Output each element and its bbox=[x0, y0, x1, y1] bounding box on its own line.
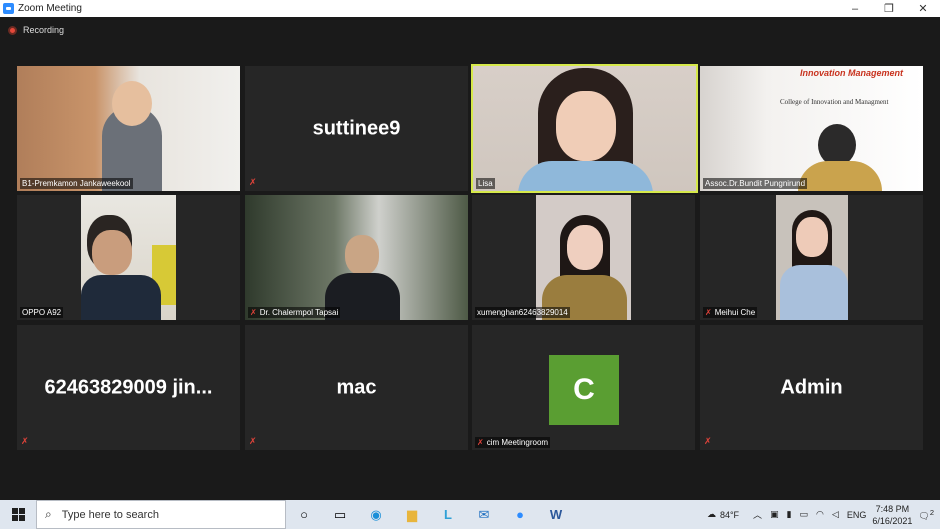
participant-display-name: mac bbox=[336, 376, 377, 398]
zoom-taskbar-icon[interactable]: ● bbox=[502, 500, 538, 529]
participant-name: ✗ Meihui Che bbox=[703, 307, 758, 318]
active-speaker-tile[interactable]: Lisa bbox=[471, 64, 698, 193]
participant-name: OPPO A92 bbox=[20, 307, 64, 318]
zoom-app-icon bbox=[3, 3, 14, 14]
name-tile[interactable]: Admin ✗ bbox=[700, 325, 923, 450]
video-tile[interactable]: OPPO A92 bbox=[17, 195, 240, 320]
participant-display-name: suttinee9 bbox=[312, 117, 401, 139]
weather-icon[interactable]: ☁ bbox=[707, 509, 716, 520]
video-tile[interactable]: ✗ Dr. Chalermpol Tapsai bbox=[245, 195, 468, 320]
video-tile[interactable]: B1-Premkamon Jankaweekool bbox=[17, 66, 240, 191]
avatar-tile[interactable]: C ✗ cim Meetingroom bbox=[472, 325, 695, 450]
notification-icon[interactable]: 🗨2 bbox=[918, 508, 934, 522]
participant-name: ✗ cim Meetingroom bbox=[475, 437, 551, 448]
name-tile[interactable]: mac ✗ bbox=[245, 325, 468, 450]
mail-icon[interactable]: ✉ bbox=[466, 500, 502, 529]
participant-name: B1-Premkamon Jankaweekool bbox=[20, 178, 133, 189]
clock[interactable]: 7:48 PM 6/16/2021 bbox=[872, 503, 912, 527]
search-placeholder: Type here to search bbox=[61, 508, 159, 521]
participant-face bbox=[567, 225, 603, 270]
participant-face bbox=[556, 91, 616, 161]
muted-mic-icon: ✗ bbox=[477, 438, 484, 447]
participant-shirt bbox=[518, 161, 653, 191]
participant-display-name: 62463829009 jin... bbox=[44, 376, 213, 398]
taskbar-search-box[interactable]: ⌕ Type here to search bbox=[36, 500, 286, 529]
participant-face bbox=[818, 124, 856, 166]
chevron-up-icon[interactable]: ︿ bbox=[753, 508, 762, 521]
participant-shirt bbox=[81, 275, 161, 320]
name-tile[interactable]: suttinee9 ✗ bbox=[245, 66, 468, 191]
video-tile[interactable]: xumenghan62463829014 bbox=[472, 195, 695, 320]
participant-shirt bbox=[780, 265, 848, 320]
mic-icon[interactable]: ▮ bbox=[787, 509, 792, 520]
l-app-icon[interactable]: L bbox=[430, 500, 466, 529]
participant-face bbox=[796, 217, 828, 257]
meeting-area: Recording B1-Premkamon Jankaweekool sutt… bbox=[0, 17, 940, 500]
file-explorer-icon[interactable]: ▆ bbox=[394, 500, 430, 529]
avatar: C bbox=[549, 355, 619, 425]
recording-indicator[interactable]: Recording bbox=[8, 25, 64, 35]
muted-mic-icon: ✗ bbox=[705, 308, 712, 317]
muted-mic-icon: ✗ bbox=[250, 308, 257, 317]
video-tile[interactable]: ✗ Meihui Che bbox=[700, 195, 923, 320]
participant-name: ✗ Dr. Chalermpol Tapsai bbox=[248, 307, 341, 318]
close-button[interactable]: ✕ bbox=[906, 0, 940, 17]
record-icon bbox=[8, 25, 17, 35]
windows-taskbar: ⌕ Type here to search ○ ▭ ◉ ▆ L ✉ ● W ☁ … bbox=[0, 500, 940, 529]
cortana-icon[interactable]: ○ bbox=[286, 500, 322, 529]
participant-name: Lisa bbox=[476, 178, 495, 189]
title-bar: Zoom Meeting – ❐ ✕ bbox=[0, 0, 940, 17]
participant-face bbox=[112, 81, 152, 126]
windows-icon bbox=[11, 508, 25, 521]
window-title: Zoom Meeting bbox=[18, 3, 82, 14]
recording-label: Recording bbox=[23, 25, 65, 35]
video-tile[interactable]: Innovation Management College of Innovat… bbox=[700, 66, 923, 191]
language-indicator[interactable]: ENG bbox=[847, 510, 867, 520]
edge-icon[interactable]: ◉ bbox=[358, 500, 394, 529]
participant-name: Assoc.Dr.Bundit Pungnirund bbox=[703, 178, 808, 189]
muted-mic-icon: ✗ bbox=[704, 436, 712, 446]
name-tile[interactable]: 62463829009 jin... ✗ bbox=[17, 325, 240, 450]
participant-face bbox=[92, 230, 132, 275]
minimize-button[interactable]: – bbox=[838, 0, 872, 17]
task-view-icon[interactable]: ▭ bbox=[322, 500, 358, 529]
wifi-icon[interactable]: ◠ bbox=[816, 509, 824, 520]
system-tray: ☁ 84°F ︿ ▣ ▮ ▭ ◠ ◁ ENG 7:48 PM 6/16/2021… bbox=[707, 500, 940, 529]
participant-face bbox=[345, 235, 379, 275]
word-icon[interactable]: W bbox=[538, 500, 574, 529]
participant-display-name: Admin bbox=[780, 376, 843, 398]
network-icon[interactable]: ▣ bbox=[770, 509, 779, 520]
muted-mic-icon: ✗ bbox=[249, 436, 257, 446]
clock-time: 7:48 PM bbox=[875, 503, 910, 514]
volume-icon[interactable]: ◁ bbox=[832, 509, 839, 520]
participant-name: xumenghan62463829014 bbox=[475, 307, 570, 318]
muted-mic-icon: ✗ bbox=[21, 436, 29, 446]
battery-icon[interactable]: ▭ bbox=[800, 509, 809, 520]
muted-mic-icon: ✗ bbox=[249, 177, 257, 187]
search-icon: ⌕ bbox=[45, 507, 52, 521]
banner-logo: Innovation Management bbox=[800, 68, 904, 78]
notification-count: 2 bbox=[929, 507, 934, 517]
clock-date: 6/16/2021 bbox=[872, 515, 913, 526]
start-button[interactable] bbox=[0, 500, 36, 529]
banner-subtitle: College of Innovation and Managment bbox=[780, 98, 889, 106]
restore-button[interactable]: ❐ bbox=[872, 0, 906, 17]
weather-temp[interactable]: 84°F bbox=[720, 510, 739, 520]
